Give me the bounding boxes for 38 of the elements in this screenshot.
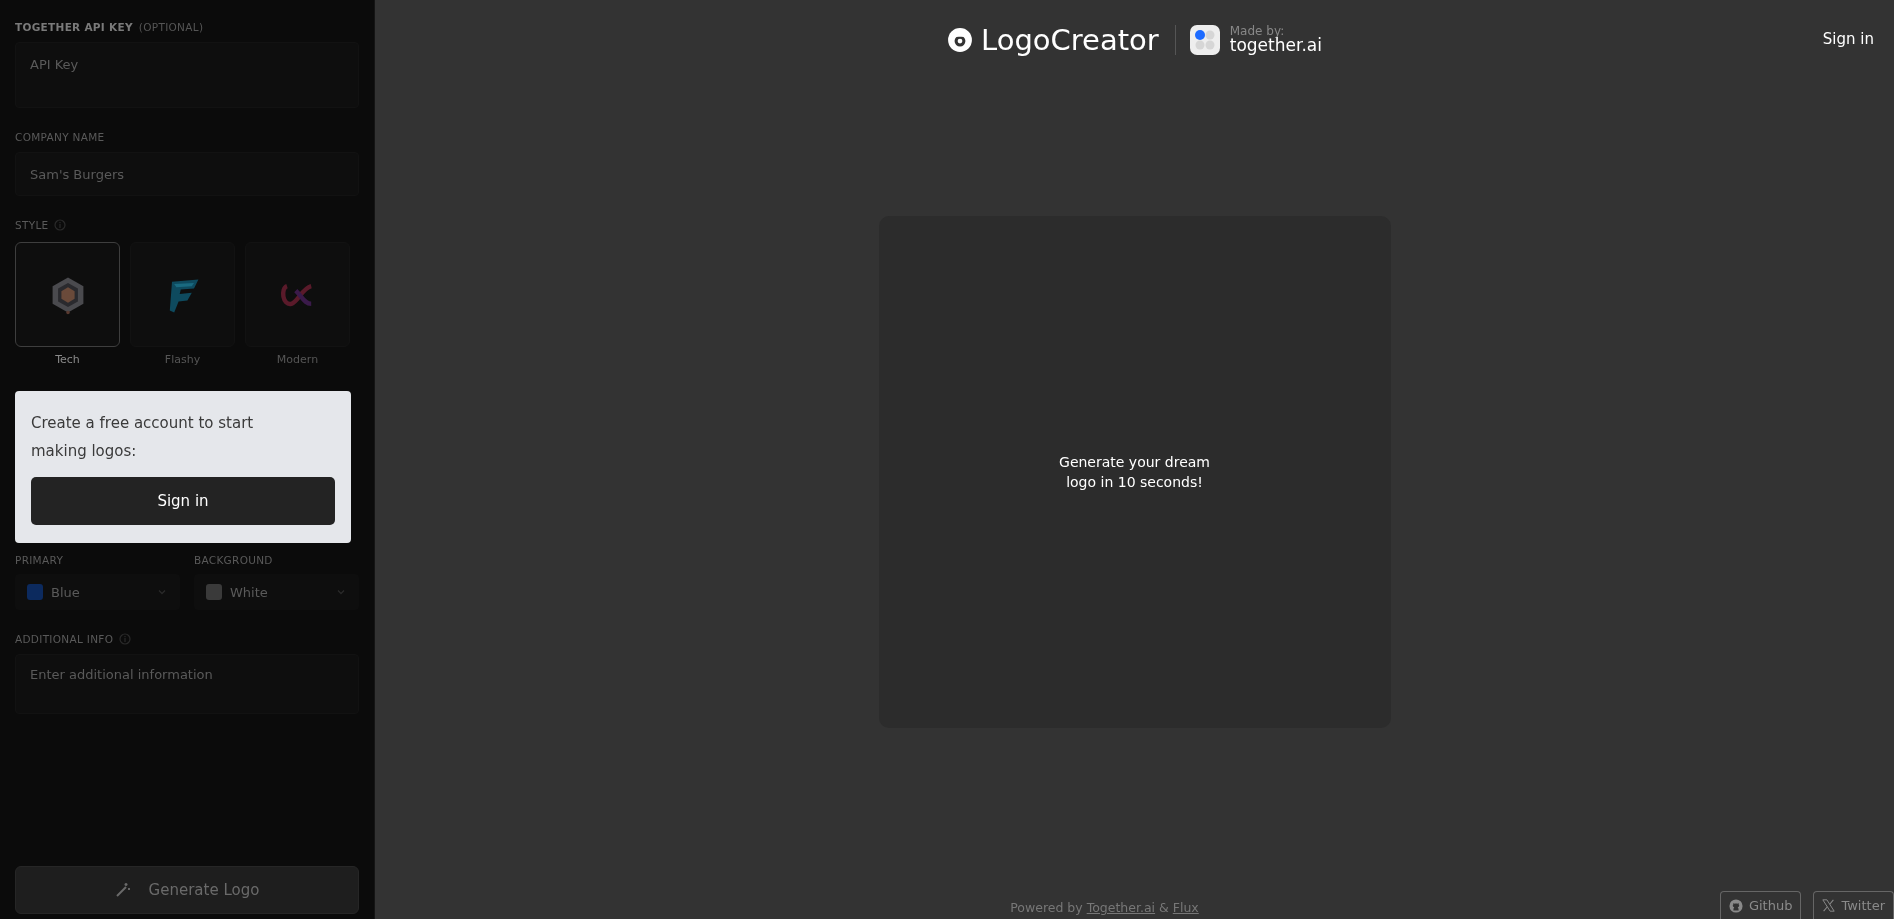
- twitter-button[interactable]: Twitter: [1813, 891, 1894, 919]
- maker-name: together.ai: [1229, 37, 1322, 56]
- popup-message: Create a free account to start making logos:: [31, 413, 255, 462]
- field-label: TOGETHER API KEY: [15, 21, 133, 33]
- company-name-field[interactable]: Sam's Burgers: [15, 152, 359, 196]
- powered-by-text: Powered by Together.ai & Flux: [1010, 900, 1199, 915]
- x-icon: [1822, 899, 1836, 912]
- info-icon[interactable]: [54, 219, 67, 231]
- github-icon: [1728, 898, 1743, 913]
- github-button[interactable]: Github: [1719, 891, 1802, 919]
- field-label: ADDITIONAL INFO: [15, 633, 114, 645]
- preview-message: Generate your dream logo in 10 seconds!: [1058, 453, 1211, 492]
- select-value: Blue: [51, 584, 81, 600]
- style-label: Flashy: [164, 353, 201, 366]
- field-label: PRIMARY: [15, 554, 65, 566]
- api-key-field[interactable]: API Key: [15, 42, 359, 108]
- field-label: STYLE: [15, 219, 49, 231]
- info-icon[interactable]: [119, 633, 132, 645]
- flux-link[interactable]: Flux: [1172, 900, 1199, 915]
- style-option[interactable]: [130, 242, 235, 347]
- style-option[interactable]: [245, 242, 350, 347]
- generate-logo-button[interactable]: Generate Logo: [15, 866, 359, 914]
- app-icon: [1189, 25, 1220, 55]
- sign-in-button[interactable]: Sign in: [31, 477, 335, 525]
- style-option[interactable]: [15, 242, 120, 347]
- field-label: COMPANY NAME: [15, 131, 105, 143]
- style-label: Tech: [55, 353, 80, 366]
- field-label: BACKGROUND: [194, 554, 274, 566]
- together-link[interactable]: Together.ai: [1086, 900, 1156, 915]
- sign-in-link[interactable]: Sign in: [1822, 30, 1874, 48]
- made-by-label: Made by:: [1229, 24, 1285, 38]
- additional-info-field[interactable]: Enter additional information: [15, 654, 359, 714]
- style-label: Modern: [276, 353, 319, 366]
- optional-hint: (OPTIONAL): [138, 21, 204, 33]
- magic-wand-icon: [114, 882, 131, 898]
- app-title: LogoCreator: [981, 23, 1159, 57]
- logo-icon: [947, 27, 974, 53]
- select-value: White: [230, 584, 269, 600]
